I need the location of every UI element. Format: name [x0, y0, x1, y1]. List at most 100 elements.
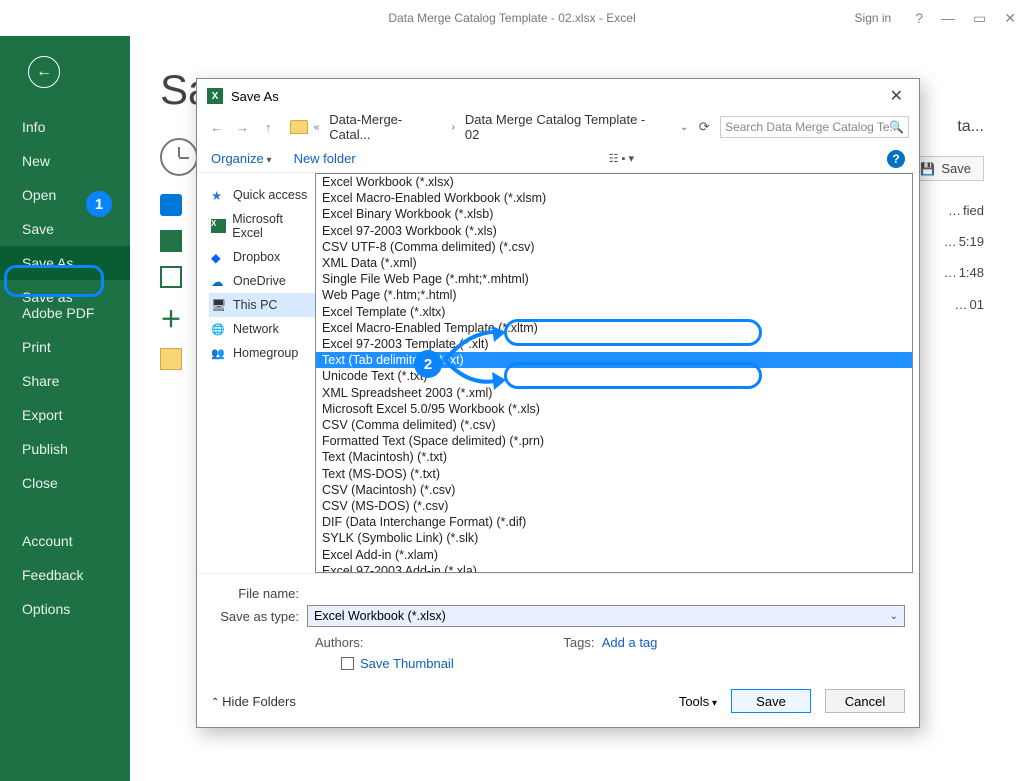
- backstage-item-feedback[interactable]: Feedback: [0, 558, 130, 592]
- place-microsoft-excel[interactable]: XMicrosoft Excel: [209, 207, 315, 245]
- search-placeholder: Search Data Merge Catalog Te...: [725, 120, 900, 134]
- filetype-option[interactable]: Excel Macro-Enabled Workbook (*.xlsm): [316, 190, 912, 206]
- backstage-item-share[interactable]: Share: [0, 364, 130, 398]
- backstage-item-new[interactable]: New: [0, 144, 130, 178]
- recent-icon: [160, 138, 198, 176]
- backstage-item-account[interactable]: Account: [0, 524, 130, 558]
- nav-up-icon[interactable]: ↑: [258, 120, 278, 135]
- minimize-icon[interactable]: —: [941, 10, 955, 27]
- place-quick-access[interactable]: Quick access: [209, 183, 315, 207]
- filetype-option[interactable]: Excel 97-2003 Workbook (*.xls): [316, 223, 912, 239]
- save-button[interactable]: Save: [731, 689, 811, 713]
- onedrive-icon: [160, 194, 182, 216]
- filetype-option[interactable]: Excel Add-in (*.xlam): [316, 547, 912, 563]
- breadcrumb-1[interactable]: Data-Merge-Catal...: [325, 112, 445, 142]
- add-place-icon: ＋: [160, 302, 182, 334]
- filetype-option[interactable]: XML Spreadsheet 2003 (*.xml): [316, 385, 912, 401]
- filetype-option[interactable]: Text (Macintosh) (*.txt): [316, 449, 912, 465]
- chevron-down-icon[interactable]: ⌄: [680, 122, 688, 133]
- filetype-option[interactable]: Unicode Text (*.txt): [316, 368, 912, 384]
- place-label: This PC: [233, 298, 277, 312]
- backstage-item-publish[interactable]: Publish: [0, 432, 130, 466]
- place-label: Dropbox: [233, 250, 280, 264]
- place-label: Quick access: [233, 188, 307, 202]
- filetype-option[interactable]: XML Data (*.xml): [316, 255, 912, 271]
- refresh-icon[interactable]: ⟳: [694, 119, 714, 135]
- file-name-label: File name:: [211, 586, 307, 601]
- filetype-option[interactable]: Web Page (*.htm;*.html): [316, 287, 912, 303]
- backstage-item-info[interactable]: Info: [0, 110, 130, 144]
- places-pane: Quick access XMicrosoft Excel Dropbox OneDr…: [197, 173, 315, 573]
- annotation-badge-1: 1: [86, 191, 112, 217]
- save-thumbnail-label[interactable]: Save Thumbnail: [360, 656, 454, 671]
- backstage-item-save[interactable]: Save: [0, 212, 130, 246]
- backstage-item-close[interactable]: Close: [0, 466, 130, 500]
- view-menu[interactable]: ☷ ▪: [609, 152, 634, 165]
- filetype-option[interactable]: DIF (Data Interchange Format) (*.dif): [316, 514, 912, 530]
- new-folder-button[interactable]: New folder: [294, 151, 356, 166]
- save-type-dropdown-list[interactable]: Excel Workbook (*.xlsx)Excel Macro-Enabl…: [315, 173, 913, 573]
- place-homegroup[interactable]: Homegroup: [209, 341, 315, 365]
- ic-db-icon: [211, 250, 227, 264]
- dialog-addressbar: ← → ↑ « Data-Merge-Catal... › Data Merge…: [197, 113, 919, 145]
- cancel-button[interactable]: Cancel: [825, 689, 905, 713]
- backstage-sidebar: InfoNewOpenSaveSave AsSave as Adobe PDFP…: [0, 36, 130, 781]
- filetype-option[interactable]: CSV (MS-DOS) (*.csv): [316, 498, 912, 514]
- add-tag-link[interactable]: Add a tag: [602, 635, 658, 650]
- place-this-pc[interactable]: This PC: [209, 293, 315, 317]
- filetype-option[interactable]: Excel Binary Workbook (*.xlsb): [316, 206, 912, 222]
- filetype-option[interactable]: CSV UTF-8 (Comma delimited) (*.csv): [316, 239, 912, 255]
- ic-pc-icon: [211, 298, 227, 312]
- place-label: Homegroup: [233, 346, 298, 360]
- help-icon[interactable]: ?: [887, 150, 905, 168]
- place-label: Network: [233, 322, 279, 336]
- filetype-option[interactable]: Single File Web Page (*.mht;*.mhtml): [316, 271, 912, 287]
- browse-icon: [160, 266, 182, 288]
- filetype-option[interactable]: Formatted Text (Space delimited) (*.prn): [316, 433, 912, 449]
- search-input[interactable]: Search Data Merge Catalog Te... 🔍: [720, 116, 909, 138]
- save-as-dialog: X Save As ✕ ← → ↑ « Data-Merge-Catal... …: [196, 78, 920, 728]
- filetype-option[interactable]: Text (Tab delimited) (*.txt): [316, 352, 912, 368]
- signin-link[interactable]: Sign in: [855, 11, 892, 25]
- filetype-option[interactable]: Excel Macro-Enabled Template (*.xltm): [316, 320, 912, 336]
- tools-menu[interactable]: Tools: [679, 694, 717, 709]
- save-type-field[interactable]: Excel Workbook (*.xlsx) ⌄: [307, 605, 905, 627]
- filetype-option[interactable]: Excel Template (*.xltx): [316, 304, 912, 320]
- dialog-close-icon[interactable]: ✕: [884, 84, 909, 108]
- folder-icon: [290, 120, 308, 134]
- place-onedrive[interactable]: OneDrive: [209, 269, 315, 293]
- tags-label: Tags:: [563, 635, 594, 650]
- close-icon[interactable]: ✕: [1004, 10, 1016, 27]
- back-button[interactable]: [28, 56, 60, 88]
- filetype-option[interactable]: Microsoft Excel 5.0/95 Workbook (*.xls): [316, 401, 912, 417]
- place-label: OneDrive: [233, 274, 286, 288]
- filetype-option[interactable]: SYLK (Symbolic Link) (*.slk): [316, 530, 912, 546]
- organize-menu[interactable]: Organize: [211, 151, 272, 166]
- save-thumbnail-checkbox[interactable]: [341, 657, 354, 670]
- help-icon[interactable]: ?: [915, 10, 923, 27]
- backstage-item-export[interactable]: Export: [0, 398, 130, 432]
- dialog-title: Save As: [231, 89, 279, 104]
- filetype-option[interactable]: CSV (Comma delimited) (*.csv): [316, 417, 912, 433]
- annotation-saveas-circle: [4, 265, 104, 297]
- chevron-left-icon[interactable]: «: [314, 122, 320, 133]
- place-network[interactable]: Network: [209, 317, 315, 341]
- filetype-option[interactable]: Excel 97-2003 Add-in (*.xla): [316, 563, 912, 573]
- backstage-item-print[interactable]: Print: [0, 330, 130, 364]
- nav-forward-icon[interactable]: →: [233, 120, 253, 135]
- backstage-item-options[interactable]: Options: [0, 592, 130, 626]
- save-type-label: Save as type:: [211, 609, 307, 624]
- filetype-option[interactable]: Text (MS-DOS) (*.txt): [316, 466, 912, 482]
- filetype-option[interactable]: Excel 97-2003 Template (*.xlt): [316, 336, 912, 352]
- filetype-option[interactable]: CSV (Macintosh) (*.csv): [316, 482, 912, 498]
- breadcrumb-2[interactable]: Data Merge Catalog Template - 02: [461, 112, 664, 142]
- ic-xl-icon: X: [211, 219, 226, 233]
- app-titlebar: Data Merge Catalog Template - 02.xlsx - …: [0, 0, 1024, 36]
- filetype-option[interactable]: Excel Workbook (*.xlsx): [316, 174, 912, 190]
- ic-od-icon: [211, 274, 227, 288]
- place-dropbox[interactable]: Dropbox: [209, 245, 315, 269]
- nav-back-icon[interactable]: ←: [207, 120, 227, 135]
- hide-folders-button[interactable]: Hide Folders: [211, 694, 296, 709]
- maximize-icon[interactable]: ▭: [973, 10, 986, 27]
- ic-hg-icon: [211, 346, 227, 360]
